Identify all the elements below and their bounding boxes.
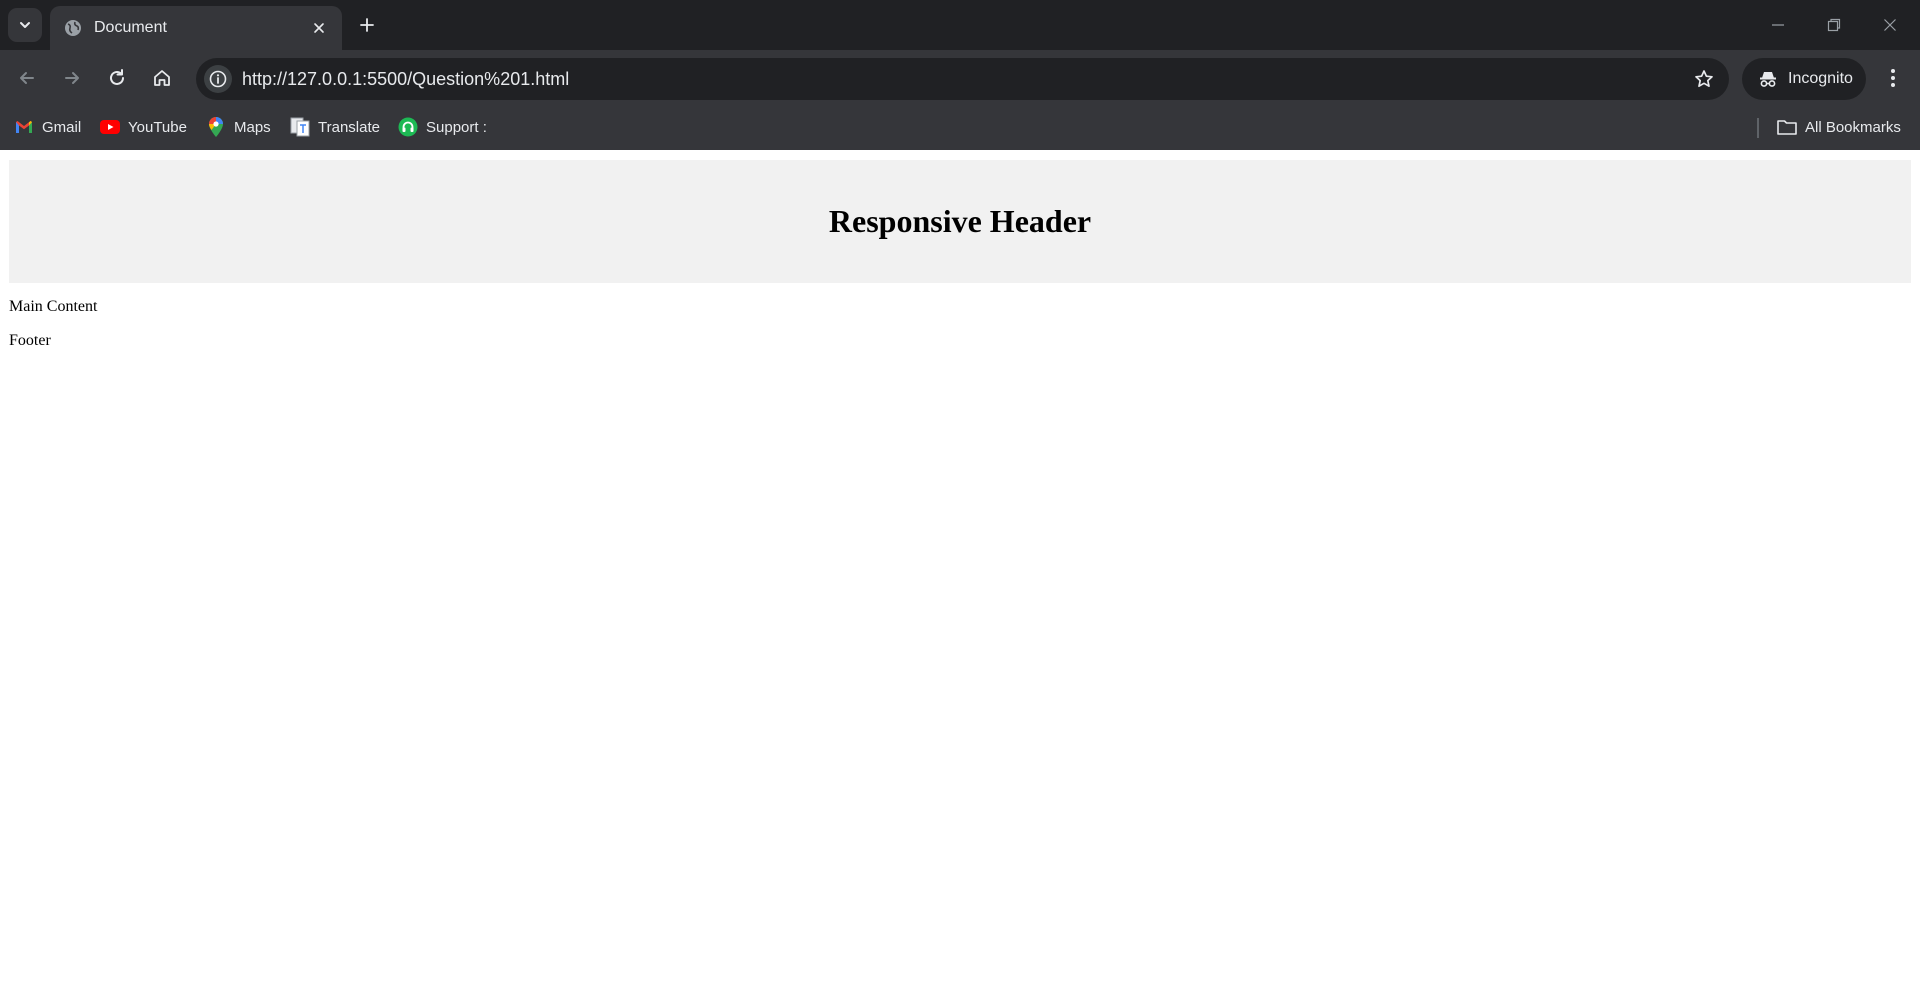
bookmark-translate[interactable]: Translate (290, 112, 380, 142)
chevron-down-icon (18, 18, 32, 32)
folder-icon (1777, 117, 1797, 137)
tab-strip: Document (0, 0, 1920, 50)
more-vertical-icon (1890, 68, 1896, 88)
restore-button[interactable] (1814, 8, 1854, 42)
bookmark-youtube[interactable]: YouTube (100, 112, 187, 142)
incognito-label: Incognito (1788, 70, 1853, 87)
browser-menu-button[interactable] (1876, 59, 1910, 97)
translate-icon (290, 117, 310, 137)
restore-icon (1827, 18, 1841, 32)
home-icon (152, 68, 172, 88)
bookmark-maps[interactable]: Maps (206, 112, 271, 142)
youtube-icon (100, 117, 120, 137)
arrow-right-icon (62, 68, 82, 88)
reload-icon (107, 68, 127, 88)
gmail-icon (14, 117, 34, 137)
page-footer: Footer (9, 332, 51, 349)
bookmarks-divider (1757, 118, 1759, 138)
maps-icon (206, 117, 226, 137)
globe-icon (64, 19, 82, 37)
tab-search-button[interactable] (8, 8, 42, 42)
bookmark-support[interactable]: Support : (398, 112, 487, 142)
arrow-left-icon (17, 68, 37, 88)
bookmark-star-button[interactable] (1691, 66, 1717, 92)
bookmarks-bar: Gmail YouTube Maps Translate Support : A… (0, 106, 1920, 150)
bookmark-label: Translate (318, 118, 380, 136)
forward-button[interactable] (53, 59, 91, 97)
site-info-button[interactable] (204, 65, 232, 93)
bookmark-label: Gmail (42, 118, 82, 136)
page-header: Responsive Header (9, 160, 1911, 283)
all-bookmarks-label: All Bookmarks (1805, 118, 1901, 136)
bookmark-label: YouTube (128, 118, 187, 136)
bookmark-gmail[interactable]: Gmail (14, 112, 81, 142)
minimize-button[interactable] (1758, 8, 1798, 42)
star-icon (1694, 69, 1714, 89)
main-content: Main Content (9, 298, 98, 315)
address-bar[interactable]: http://127.0.0.1:5500/Question%201.html (196, 58, 1729, 100)
close-tab-icon[interactable] (308, 17, 330, 39)
url-text[interactable]: http://127.0.0.1:5500/Question%201.html (242, 58, 569, 100)
bookmark-label: Support : (426, 118, 487, 136)
page-viewport: Responsive Header Main Content Footer (0, 150, 1920, 1007)
support-icon (398, 117, 418, 137)
tab-title: Document (94, 19, 167, 36)
incognito-icon (1758, 69, 1778, 89)
page-title: Responsive Header (828, 203, 1092, 239)
bookmark-label: Maps (234, 118, 271, 136)
info-icon (209, 70, 227, 88)
browser-toolbar: http://127.0.0.1:5500/Question%201.html … (0, 50, 1920, 106)
back-button[interactable] (8, 59, 46, 97)
all-bookmarks-button[interactable]: All Bookmarks (1777, 112, 1901, 142)
new-tab-button[interactable] (352, 10, 382, 40)
reload-button[interactable] (98, 59, 136, 97)
minimize-icon (1771, 18, 1785, 32)
tab-document[interactable]: Document (50, 6, 342, 50)
plus-icon (359, 17, 375, 33)
home-button[interactable] (143, 59, 181, 97)
incognito-profile-button[interactable]: Incognito (1742, 58, 1866, 100)
close-window-button[interactable] (1870, 8, 1910, 42)
close-icon (1883, 18, 1897, 32)
